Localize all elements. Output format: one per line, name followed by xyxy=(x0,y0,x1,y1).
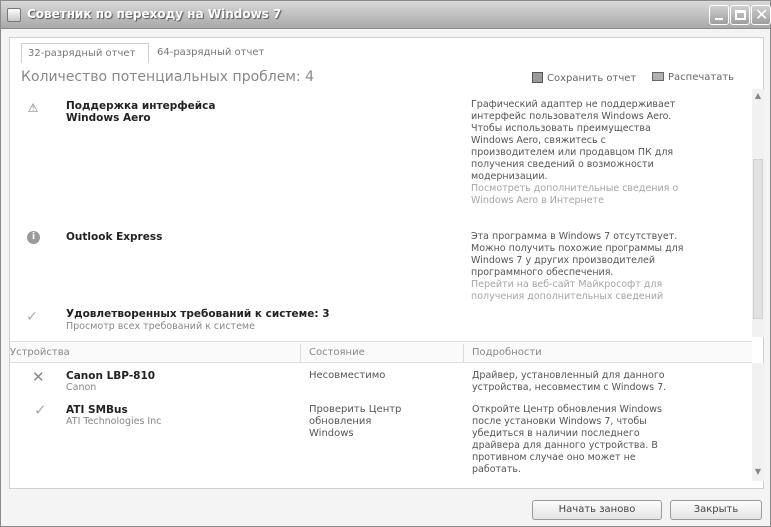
column-divider[interactable] xyxy=(300,344,301,362)
cross-icon: ✕ xyxy=(32,368,45,386)
device-status: Несовместимо xyxy=(309,370,386,381)
issue-title-line: Поддержка интерфейса xyxy=(66,100,216,112)
requirements-title: Удовлетворенных требований к системе: 3 xyxy=(66,308,330,320)
details-line: работать. xyxy=(472,464,522,475)
save-report-link[interactable]: Сохранить отчет xyxy=(532,72,636,84)
aero-info-link[interactable]: Посмотреть дополнительные сведения о Win… xyxy=(471,183,709,207)
issue-title-outlook: Outlook Express xyxy=(66,231,163,243)
details-line: после установки Windows 7, чтобы xyxy=(472,416,647,427)
devices-scrollbar[interactable]: ▼ xyxy=(752,363,764,481)
desc-line: программного обеспечения. xyxy=(471,267,614,278)
save-report-label: Сохранить отчет xyxy=(547,73,637,84)
scroll-up-icon[interactable]: ▲ xyxy=(753,91,763,100)
desc-line: Windows 7 у других производителей xyxy=(471,255,656,266)
details-line: Откройте Центр обновления Windows xyxy=(472,404,662,415)
tab-64bit-report[interactable]: 64-разрядный отчет xyxy=(151,43,281,63)
desc-line: производителем или продавцом ПК для xyxy=(471,147,674,158)
check-icon: ✓ xyxy=(34,401,47,419)
scroll-down-icon[interactable]: ▼ xyxy=(753,467,763,476)
details-line: Драйвер, установленный для данного xyxy=(472,370,665,381)
issues-scrollbar[interactable]: ▲ xyxy=(752,89,764,337)
desc-line: получения сведений о возможности xyxy=(471,159,654,170)
device-vendor: ATI Technologies Inc xyxy=(66,416,162,427)
info-icon: i xyxy=(27,231,40,244)
devices-table-header: Устройства Состояние Подробности xyxy=(10,341,752,363)
title-bar[interactable]: Советник по переходу на Windows 7 ✕ xyxy=(1,1,771,29)
device-details: Драйвер, установленный для данного устро… xyxy=(472,370,702,394)
window-title: Советник по переходу на Windows 7 xyxy=(27,7,282,21)
issue-title-aero: Поддержка интерфейса Windows Aero xyxy=(66,100,215,124)
device-vendor: Canon xyxy=(66,382,97,393)
issue-desc-outlook: Эта программа в Windows 7 отсутствует. М… xyxy=(471,231,709,303)
microsoft-site-link[interactable]: Перейти на веб-сайт Майкрософт для получ… xyxy=(471,279,709,303)
issue-desc-aero: Графический адаптер не поддерживает инте… xyxy=(471,99,709,207)
close-window-button[interactable]: ✕ xyxy=(751,5,771,25)
scroll-thumb[interactable] xyxy=(753,159,763,319)
view-requirements-link[interactable]: Просмотр всех требований к системе xyxy=(66,321,255,332)
details-line: драйвера для данного устройства. В xyxy=(472,440,658,451)
print-report-link[interactable]: Распечатать xyxy=(652,72,734,83)
minimize-icon xyxy=(715,18,723,20)
print-report-label: Распечатать xyxy=(668,72,735,83)
desc-line: Эта программа в Windows 7 отсутствует. xyxy=(471,231,678,242)
issues-list: ⚠ Поддержка интерфейса Windows Aero Граф… xyxy=(10,89,752,335)
desc-line: Windows Aero, свяжитесь с xyxy=(471,135,606,146)
tab-32bit-report[interactable]: 32-разрядный отчет xyxy=(21,43,149,63)
warning-icon: ⚠ xyxy=(27,101,39,115)
device-name: Canon LBP-810 xyxy=(66,370,156,382)
details-line: противном случае оно может не xyxy=(472,452,636,463)
device-status[interactable]: Проверить Центр обновления Windows xyxy=(309,404,449,440)
desc-line: Графический адаптер не поддерживает xyxy=(471,99,676,110)
maximize-button[interactable] xyxy=(730,5,750,25)
desc-line: Чтобы использовать преимущества xyxy=(471,123,651,134)
minimize-button[interactable] xyxy=(709,5,729,25)
printer-icon xyxy=(652,72,664,81)
status-line: Windows xyxy=(309,428,354,439)
status-line: обновления xyxy=(309,416,372,427)
details-line: убедиться в наличии последнего xyxy=(472,428,640,439)
app-window: Советник по переходу на Windows 7 ✕ 32-р… xyxy=(0,0,771,527)
device-name: ATI SMBus xyxy=(66,404,128,416)
close-button[interactable]: Закрыть xyxy=(670,500,762,520)
status-line: Проверить Центр xyxy=(309,404,402,415)
save-icon xyxy=(532,72,543,83)
app-icon xyxy=(7,8,21,22)
check-icon: ✓ xyxy=(26,309,38,325)
link-line: Перейти на веб-сайт Майкрософт для xyxy=(471,279,663,290)
issue-title-line: Windows Aero xyxy=(66,112,151,124)
col-head-status[interactable]: Состояние xyxy=(309,347,365,358)
column-divider[interactable] xyxy=(463,344,464,362)
restart-button[interactable]: Начать заново xyxy=(532,500,662,520)
link-line: получения дополнительных сведений xyxy=(471,291,664,302)
desc-line: Можно получить похожие программы для xyxy=(471,243,684,254)
col-head-devices[interactable]: Устройства xyxy=(10,347,70,358)
desc-line: модернизации. xyxy=(471,171,548,182)
desc-line: интерфейс пользователя Windows Aero. xyxy=(471,111,672,122)
link-line: Посмотреть дополнительные сведения о xyxy=(471,183,679,194)
issue-count-heading: Количество потенциальных проблем: 4 xyxy=(21,69,314,85)
device-details: Откройте Центр обновления Windows после … xyxy=(472,404,702,476)
maximize-icon xyxy=(735,10,746,20)
col-head-details[interactable]: Подробности xyxy=(472,347,542,358)
details-line: устройства, несовместим с Windows 7. xyxy=(472,382,667,393)
close-icon: ✕ xyxy=(755,5,769,24)
link-line: Windows Aero в Интернете xyxy=(471,195,604,206)
